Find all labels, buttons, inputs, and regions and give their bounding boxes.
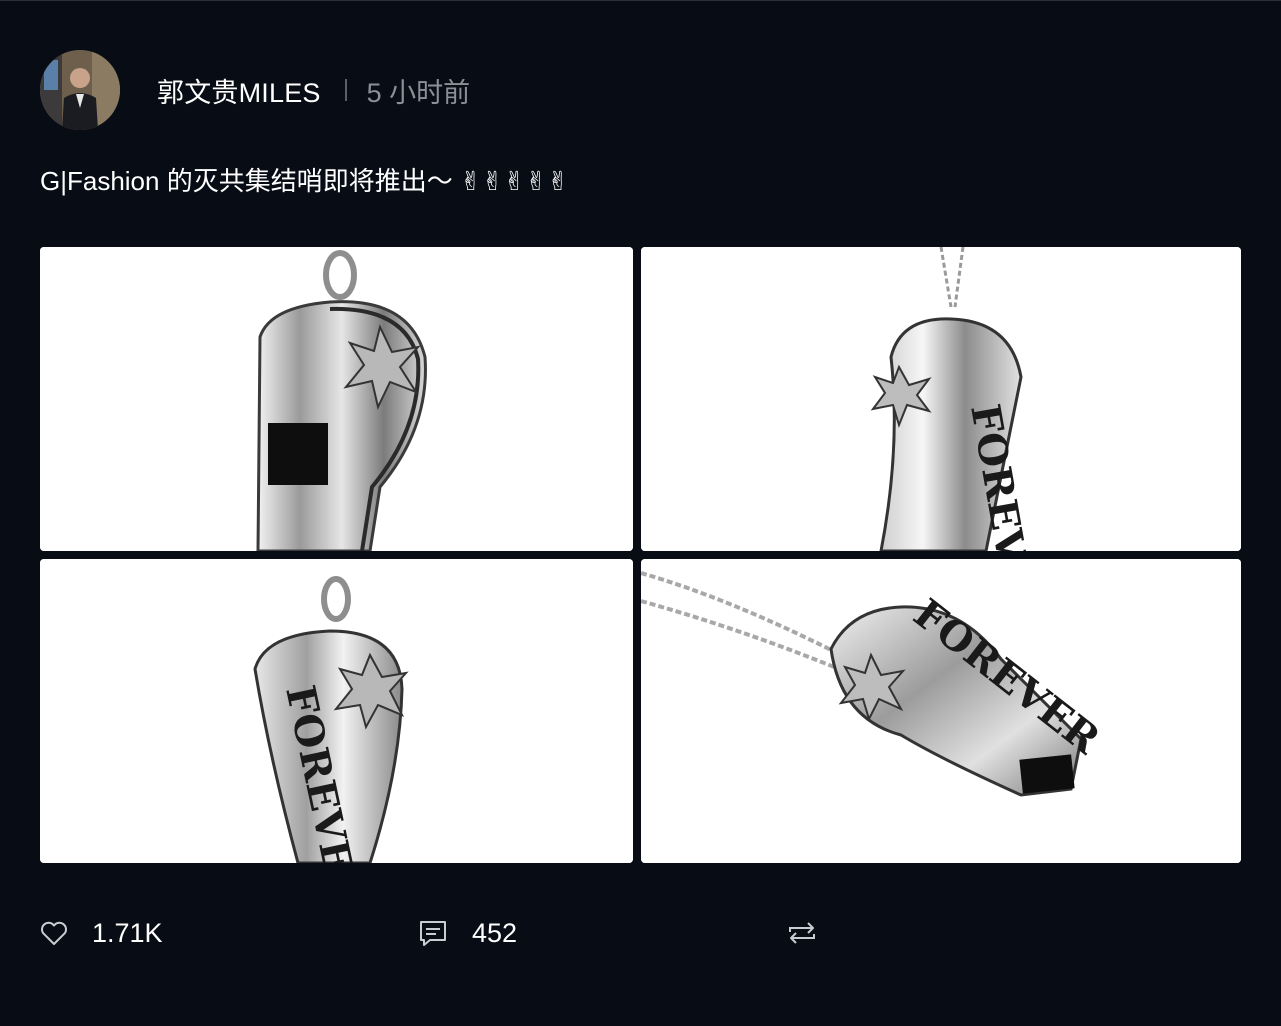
post-text: G|Fashion 的灭共集结哨即将推出～ ✌✌✌✌✌: [40, 166, 569, 196]
action-bar: 1.71K 452: [40, 913, 1241, 953]
repost-icon: [789, 922, 815, 944]
whistle-photo-2: FOREVER: [641, 247, 1241, 551]
post-header: 郭文贵MILES 5 小时前: [40, 50, 470, 130]
post-card: 郭文贵MILES 5 小时前 G|Fashion 的灭共集结哨即将推出～ ✌✌✌…: [0, 0, 1281, 1026]
photo-3[interactable]: FOREVER: [40, 559, 633, 863]
photo-1[interactable]: [40, 247, 633, 551]
author-name[interactable]: 郭文贵MILES: [157, 71, 321, 110]
photo-4[interactable]: FOREVER: [641, 559, 1241, 863]
avatar[interactable]: [40, 50, 120, 130]
whistle-photo-3: FOREVER: [40, 559, 633, 863]
like-count: 1.71K: [92, 917, 163, 948]
heart-icon: [41, 921, 67, 945]
whistle-photo-1: [40, 247, 633, 551]
comment-button[interactable]: 452: [418, 913, 517, 953]
header-separator: [344, 79, 347, 101]
comment-count: 452: [472, 917, 518, 948]
comment-icon: [420, 921, 446, 946]
photo-grid: FOREVER FOREVER FOREVER: [40, 247, 1241, 863]
post-time: 5 小时前: [366, 77, 471, 108]
whistle-photo-4: FOREVER: [641, 559, 1241, 863]
repost-button[interactable]: [786, 913, 818, 953]
photo-2[interactable]: FOREVER: [641, 247, 1241, 551]
like-button[interactable]: 1.71K: [40, 913, 163, 953]
